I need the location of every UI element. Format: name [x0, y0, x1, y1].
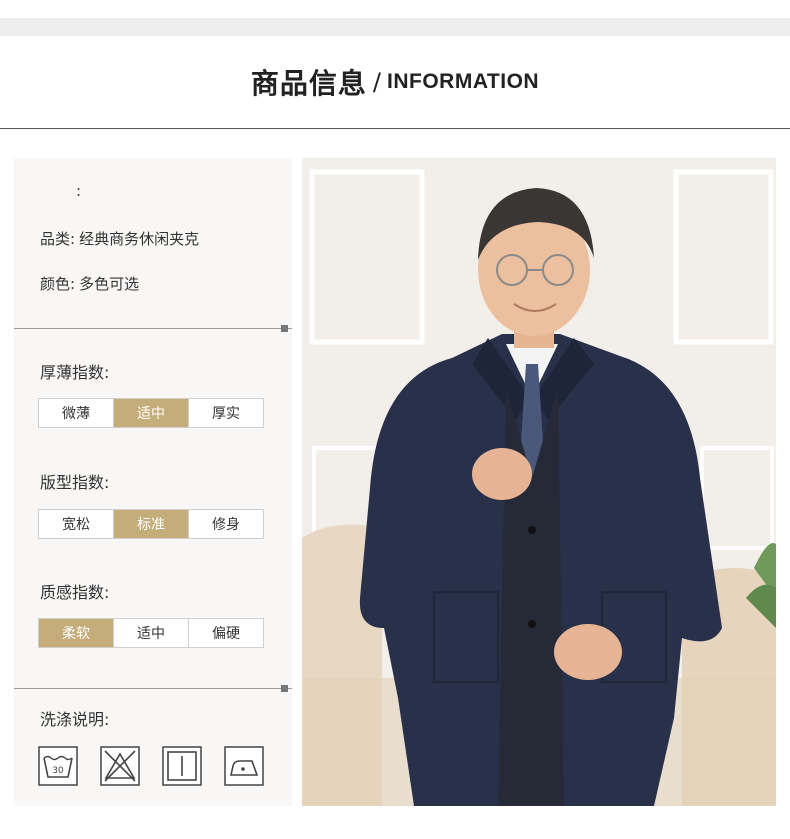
divider	[14, 325, 292, 332]
thickness-option-thin: 微薄	[39, 399, 114, 427]
wash-temperature-text: 30	[52, 766, 64, 776]
texture-option-medium: 适中	[114, 619, 189, 647]
category-row: 品类: 经典商务休闲夹克	[40, 228, 199, 249]
fit-option-loose: 宽松	[39, 510, 114, 538]
divider	[14, 685, 292, 692]
texture-scale-title: 质感指数:	[40, 583, 110, 602]
texture-option-soft: 柔软	[39, 619, 114, 647]
fit-option-slim: 修身	[212, 517, 240, 533]
top-band	[0, 18, 790, 36]
divider-tick	[281, 325, 288, 332]
fit-option-standard: 标准	[114, 510, 189, 538]
product-name-row: :	[76, 182, 81, 200]
heading-title-cn: 商品信息	[250, 67, 367, 100]
care-title: 洗涤说明:	[40, 710, 110, 729]
texture-scale: 柔软 适中 偏硬	[38, 618, 264, 648]
heading-title-en: INFORMATION	[387, 70, 540, 93]
category-value: 经典商务休闲夹克	[79, 230, 200, 248]
heading-rule	[0, 128, 790, 129]
wash-30-icon: 30	[38, 746, 78, 786]
thickness-scale: 微薄 适中 厚实	[38, 398, 264, 428]
iron-low-icon	[224, 746, 264, 786]
fit-scale: 宽松 标准 修身	[38, 509, 264, 539]
fit-scale-title: 版型指数:	[40, 473, 110, 492]
heading-separator: /	[372, 68, 381, 96]
color-row: 颜色: 多色可选	[40, 273, 139, 294]
care-icons: 30	[38, 746, 264, 788]
texture-option-stiff: 偏硬	[212, 626, 240, 642]
thickness-option-medium: 适中	[114, 399, 189, 427]
divider-tick	[281, 685, 288, 692]
do-not-bleach-icon	[100, 746, 140, 786]
product-photo	[302, 158, 776, 806]
product-name-label: :	[76, 182, 82, 200]
color-key: 颜色:	[40, 275, 76, 293]
product-info-panel: : 品类: 经典商务休闲夹克 颜色: 多色可选 厚薄指数: 微薄 适中 厚实 版型指…	[14, 158, 292, 806]
line-dry-icon	[162, 746, 202, 786]
color-value: 多色可选	[79, 275, 140, 293]
section-heading: 商品信息 / INFORMATION	[0, 62, 790, 102]
thickness-scale-title: 厚薄指数:	[40, 363, 110, 382]
thickness-option-thick: 厚实	[212, 406, 240, 422]
category-key: 品类:	[40, 230, 76, 248]
